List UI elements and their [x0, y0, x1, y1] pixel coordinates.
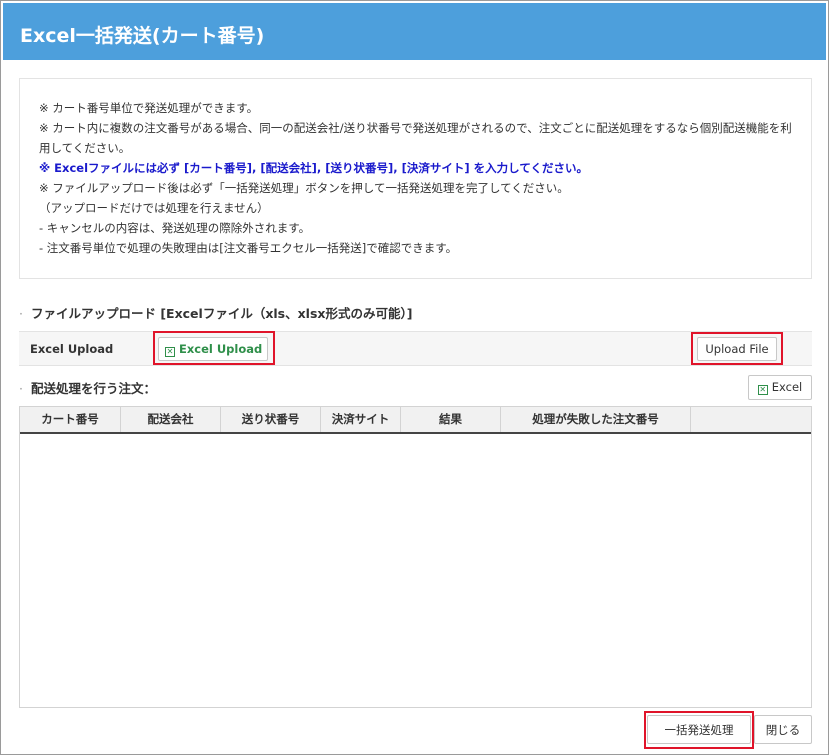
dialog-title: Excel一括発送(カート番号) — [3, 3, 826, 60]
column-header-cart-number[interactable]: カート番号 — [20, 407, 121, 432]
excel-upload-button[interactable]: ✕ Excel Upload — [158, 337, 268, 361]
results-table: カート番号 配送会社 送り状番号 決済サイト 結果 処理が失敗した注文番号 — [19, 406, 812, 708]
upload-file-button[interactable]: Upload File — [697, 337, 777, 361]
notice-line: - キャンセルの内容は、発送処理の際除外されます。 — [39, 221, 311, 235]
excel-upload-button-label: Excel Upload — [179, 341, 263, 356]
column-header-result[interactable]: 結果 — [401, 407, 501, 432]
results-section-title-text: 配送処理を行う注文： — [30, 381, 156, 396]
notice-highlight-line: ※ Excelファイルには必ず [カート番号], [配送会社], [送り状番号]… — [39, 161, 588, 175]
column-header-tracking-number[interactable]: 送り状番号 — [221, 407, 321, 432]
notice-line: ※ ファイルアップロード後は必ず「一括発送処理」ボタンを押して一括発送処理を完了… — [39, 181, 569, 195]
bullet-icon: · — [19, 381, 23, 396]
notice-box: ※ カート番号単位で発送処理ができます。 ※ カート内に複数の注文番号がある場合… — [19, 78, 812, 279]
dialog-window: Excel一括発送(カート番号) ※ カート番号単位で発送処理ができます。 ※ … — [0, 0, 829, 755]
bullet-icon: · — [19, 306, 23, 321]
column-header-payment-site[interactable]: 決済サイト — [321, 407, 401, 432]
upload-section-title: · ファイルアップロード [Excelファイル（xls、xlsx形式のみ可能）] — [19, 303, 412, 322]
excel-file-icon: ✕ — [757, 385, 768, 395]
bulk-ship-button[interactable]: 一括発送処理 — [647, 715, 751, 744]
excel-download-button-label: Excel — [771, 380, 803, 394]
notice-line: - 注文番号単位で処理の失敗理由は[注文番号エクセル一括発送]で確認できます。 — [39, 241, 458, 255]
results-table-header: カート番号 配送会社 送り状番号 決済サイト 結果 処理が失敗した注文番号 — [20, 407, 811, 434]
notice-line: （アップロードだけでは処理を行えません） — [39, 201, 269, 215]
upload-section-title-text: ファイルアップロード [Excelファイル（xls、xlsx形式のみ可能）] — [30, 306, 413, 321]
notice-line: ※ カート番号単位で発送処理ができます。 — [39, 101, 259, 115]
excel-file-icon: ✕ — [165, 346, 175, 357]
upload-row: Excel Upload ✕ Excel Upload Upload File — [19, 331, 812, 366]
excel-download-button[interactable]: ✕ Excel — [748, 375, 812, 400]
notice-line: ※ カート内に複数の注文番号がある場合、同一の配送会社/送り状番号で発送処理がさ… — [39, 121, 792, 155]
results-section-title: · 配送処理を行う注文： — [19, 378, 156, 397]
close-button[interactable]: 閉じる — [754, 715, 812, 744]
column-header-failed-order-number[interactable]: 処理が失敗した注文番号 — [501, 407, 691, 432]
upload-row-label: Excel Upload — [30, 342, 114, 356]
column-header-carrier[interactable]: 配送会社 — [121, 407, 221, 432]
